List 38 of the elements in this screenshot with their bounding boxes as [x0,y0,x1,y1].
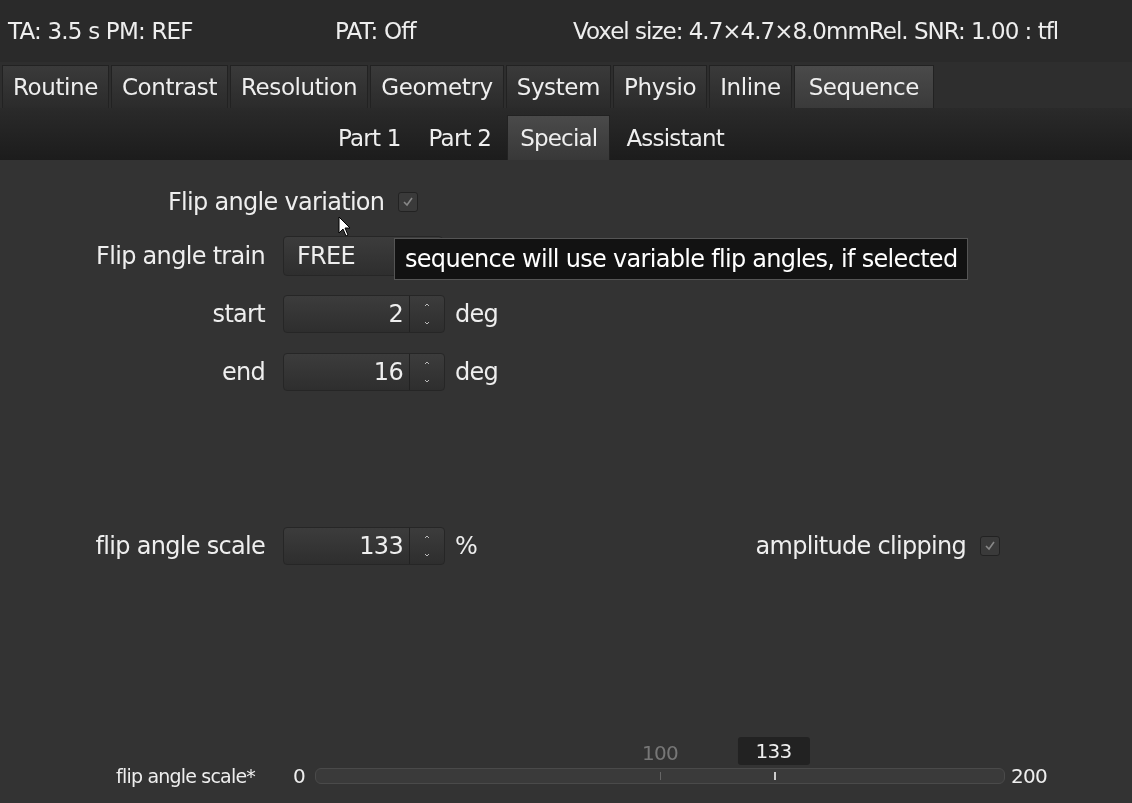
tooltip: sequence will use variable flip angles, if selected [394,238,969,280]
header-info: TA: 3.5 s PM: REF [8,18,194,44]
subtab[interactable]: Part 2 [416,116,504,160]
check-icon [984,540,996,552]
spin-box[interactable]: 16 [283,353,445,391]
slider-thumb[interactable] [773,772,776,780]
slider-min-label: 0 [293,764,306,788]
tab[interactable]: Inline [709,65,792,108]
tab[interactable]: Routine [2,65,109,108]
tab[interactable]: Contrast [110,65,228,108]
slider-label: flip angle scale* [115,765,255,787]
tab[interactable]: Resolution [230,65,369,108]
unit-label: deg [455,300,499,328]
tab[interactable]: Sequence [793,65,934,108]
field-label: Flip angle train [95,242,265,270]
field-label: start [211,300,265,328]
cursor-icon [338,216,352,238]
slider-max-label: 200 [1011,764,1048,788]
tab[interactable]: Geometry [370,65,504,108]
subtab[interactable]: Assistant [614,116,736,160]
spin-box[interactable]: 2 [283,295,445,333]
default-tick [660,772,662,780]
field-label: end [220,358,265,386]
check-icon [402,196,415,208]
subtab[interactable]: Special [507,115,611,160]
subtab[interactable]: Part 1 [326,116,413,160]
field-label: flip angle scale [94,532,265,560]
value-label: 133 [737,737,810,765]
default-value-label: 100 [642,741,679,765]
spin-box[interactable]: 133 [283,527,445,565]
unit-label: % [455,532,478,560]
tab[interactable]: Physio [613,65,708,108]
field-label: Flip angle variation [168,188,385,216]
unit-label: deg [455,358,499,386]
header-info: PAT: Off [335,18,418,44]
field-label: amplitude clipping [755,532,966,560]
tab[interactable]: System [505,65,612,108]
header-info: Voxel size: 4.7×4.7×8.0mmRel. SNR: 1.00 : tfl [573,18,1059,44]
